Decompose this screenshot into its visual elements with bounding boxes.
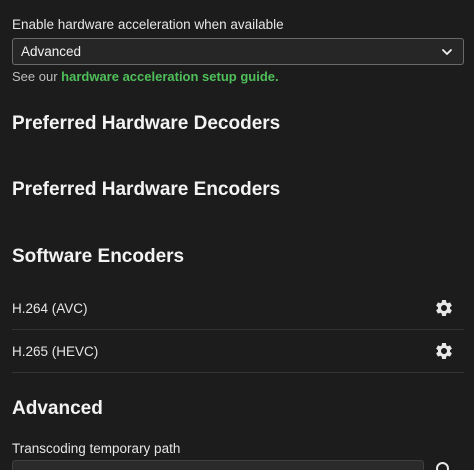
transcoding-settings-page: Enable hardware acceleration when availa…	[0, 0, 474, 470]
setup-guide-link[interactable]: hardware acceleration setup guide.	[61, 69, 278, 84]
section-title-encoders: Preferred Hardware Encoders	[12, 179, 281, 200]
gear-icon[interactable]	[434, 341, 454, 361]
hw-accel-select[interactable]: Advanced	[12, 38, 464, 65]
help-prefix-text: See our	[12, 69, 62, 84]
chevron-down-icon	[441, 46, 453, 58]
search-icon[interactable]	[434, 460, 454, 470]
temp-path-label: Transcoding temporary path	[12, 441, 181, 456]
row-divider	[12, 372, 464, 373]
software-encoder-row-h264: H.264 (AVC)	[12, 287, 464, 329]
software-encoder-row-h265: H.265 (HEVC)	[12, 330, 464, 372]
section-title-software-encoders: Software Encoders	[12, 246, 185, 267]
encoder-name: H.265 (HEVC)	[12, 343, 99, 359]
hw-accel-selected-value: Advanced	[21, 44, 82, 59]
section-title-decoders: Preferred Hardware Decoders	[12, 113, 281, 134]
hw-accel-label: Enable hardware acceleration when availa…	[12, 17, 284, 32]
gear-icon[interactable]	[434, 298, 454, 318]
section-title-advanced: Advanced	[12, 398, 103, 419]
hw-accel-help: See our hardware acceleration setup guid…	[12, 69, 279, 84]
encoder-name: H.264 (AVC)	[12, 300, 88, 316]
temp-path-input[interactable]	[12, 460, 424, 470]
